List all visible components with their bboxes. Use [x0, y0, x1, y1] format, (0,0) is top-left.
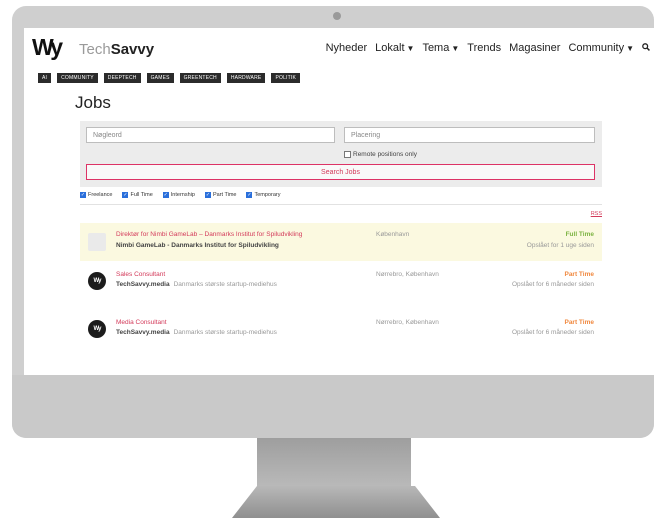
job-type: Part Time	[564, 319, 594, 326]
techsavvy-logo: Wy	[88, 272, 106, 290]
nav-label: Nyheder	[325, 42, 368, 54]
filter-freelance[interactable]: ✓ Freelance	[80, 192, 112, 198]
brand-bold: Savvy	[110, 41, 155, 58]
tag-deeptech[interactable]: DEEPTECH	[103, 73, 141, 83]
filter-part-time[interactable]: ✓ Part Time	[204, 192, 237, 198]
nav-label: Tema	[422, 42, 450, 54]
screen: Wy TechSavvy Nyheder Lokalt ▼ Tema ▼ Trend…	[24, 28, 654, 375]
checkbox-checked-icon: ✓	[122, 192, 129, 198]
company-name: Nimbi GameLab - Danmarks Institut for Sp…	[116, 242, 279, 249]
company-name: TechSavvy.media	[116, 281, 170, 288]
monitor-stand-base	[232, 486, 440, 518]
job-type: Part Time	[564, 271, 594, 278]
checkbox-checked-icon: ✓	[204, 192, 211, 198]
search-icon[interactable]	[642, 42, 650, 54]
tag-community[interactable]: COMMUNITY	[57, 73, 98, 83]
job-location: København	[376, 231, 410, 238]
job-location: Nørrebro, København	[376, 319, 439, 326]
nav-item-tema[interactable]: Tema ▼	[422, 42, 459, 54]
caret-down-icon: ▼	[406, 44, 415, 53]
company-logo-placeholder	[88, 233, 106, 251]
checkbox-checked-icon: ✓	[246, 192, 253, 198]
tag-games[interactable]: GAMES	[146, 73, 174, 83]
company-tagline: Danmarks største startup-mediehus	[173, 329, 277, 336]
job-search-panel: Nøgleord Placering Remote positions only…	[80, 121, 602, 187]
nav-item-lokalt[interactable]: Lokalt ▼	[375, 42, 414, 54]
nav-label: Magasiner	[509, 42, 561, 54]
techsavvy-logo: Wy	[88, 320, 106, 338]
job-posted: Opslået for 6 måneder siden	[511, 281, 594, 288]
caret-down-icon: ▼	[451, 44, 460, 53]
filter-temporary[interactable]: ✓ Temporary	[246, 192, 280, 198]
job-listing[interactable]: Wy Media Consultant TechSavvy.media Danma…	[80, 314, 602, 360]
filter-internship[interactable]: ✓ Internship	[162, 192, 195, 198]
filter-label: Temporary	[254, 192, 281, 198]
nav-item-community[interactable]: Community ▼	[568, 42, 634, 54]
job-title[interactable]: Sales Consultant	[116, 271, 165, 278]
job-posted: Opslået for 6 måneder siden	[511, 329, 594, 336]
filter-label: Internship	[170, 192, 195, 198]
job-company: TechSavvy.media Danmarks største startup-…	[116, 281, 277, 288]
filter-full-time[interactable]: ✓ Full Time	[122, 192, 153, 198]
search-jobs-button[interactable]: Search Jobs	[86, 164, 595, 180]
company-tagline: Danmarks største startup-mediehus	[173, 281, 277, 288]
monitor-chin	[12, 375, 654, 438]
tag-bar: AI COMMUNITY DEEPTECH GAMES GREENTECH HA…	[38, 73, 301, 83]
site-header: Wy TechSavvy Nyheder Lokalt ▼ Tema ▼ Trend…	[24, 28, 654, 70]
remote-label: Remote positions only	[353, 151, 417, 158]
job-company: Nimbi GameLab - Danmarks Institut for Sp…	[116, 242, 279, 249]
main-nav: Nyheder Lokalt ▼ Tema ▼ Trends Magasiner C…	[326, 42, 650, 54]
caret-down-icon: ▼	[626, 44, 634, 53]
site-logo-text[interactable]: TechSavvy	[79, 41, 154, 58]
tag-greentech[interactable]: GREENTECH	[179, 73, 221, 83]
job-title[interactable]: Media Consultant	[116, 319, 167, 326]
location-input[interactable]: Placering	[344, 127, 595, 143]
tag-ai[interactable]: AI	[38, 73, 52, 83]
tag-hardware[interactable]: HARDWARE	[226, 73, 266, 83]
checkbox-checked-icon: ✓	[80, 192, 86, 198]
filter-divider	[80, 204, 602, 205]
nav-label: Lokalt	[375, 42, 405, 54]
monitor-stand	[257, 438, 411, 486]
job-company: TechSavvy.media Danmarks største startup-…	[116, 329, 277, 336]
filter-label: Part Time	[212, 192, 237, 198]
checkbox-unchecked-icon	[344, 151, 351, 158]
job-posted: Opslået for 1 uge siden	[526, 242, 594, 249]
rss-link[interactable]: RSS	[591, 211, 602, 217]
brand-light: Tech	[79, 41, 111, 58]
page-title: Jobs	[75, 93, 111, 112]
job-listing[interactable]: Wy Sales Consultant TechSavvy.media Danma…	[80, 266, 602, 312]
remote-only-checkbox[interactable]: Remote positions only	[344, 151, 417, 158]
job-listing[interactable]: Direktør for Nimbi GameLab – Danmarks In…	[80, 223, 602, 261]
site-logo-mark[interactable]: Wy	[32, 34, 63, 61]
job-location: Nørrebro, København	[376, 271, 439, 278]
camera-dot	[333, 12, 341, 20]
job-type-filters: ✓ Freelance ✓ Full Time ✓ Internship ✓ Part …	[80, 192, 280, 198]
job-type: Full Time	[565, 231, 594, 238]
job-title[interactable]: Direktør for Nimbi GameLab – Danmarks In…	[116, 231, 302, 238]
checkbox-checked-icon: ✓	[162, 192, 169, 198]
nav-label: Community	[568, 42, 625, 54]
nav-label: Trends	[467, 42, 502, 54]
nav-item-magasiner[interactable]: Magasiner	[509, 42, 560, 54]
filter-label: Freelance	[88, 192, 113, 198]
nav-item-trends[interactable]: Trends	[467, 42, 501, 54]
filter-label: Full Time	[130, 192, 153, 198]
company-name: TechSavvy.media	[116, 329, 170, 336]
keywords-input[interactable]: Nøgleord	[86, 127, 335, 143]
nav-item-nyheder[interactable]: Nyheder	[326, 42, 368, 54]
tag-politik[interactable]: POLITIK	[271, 73, 301, 83]
